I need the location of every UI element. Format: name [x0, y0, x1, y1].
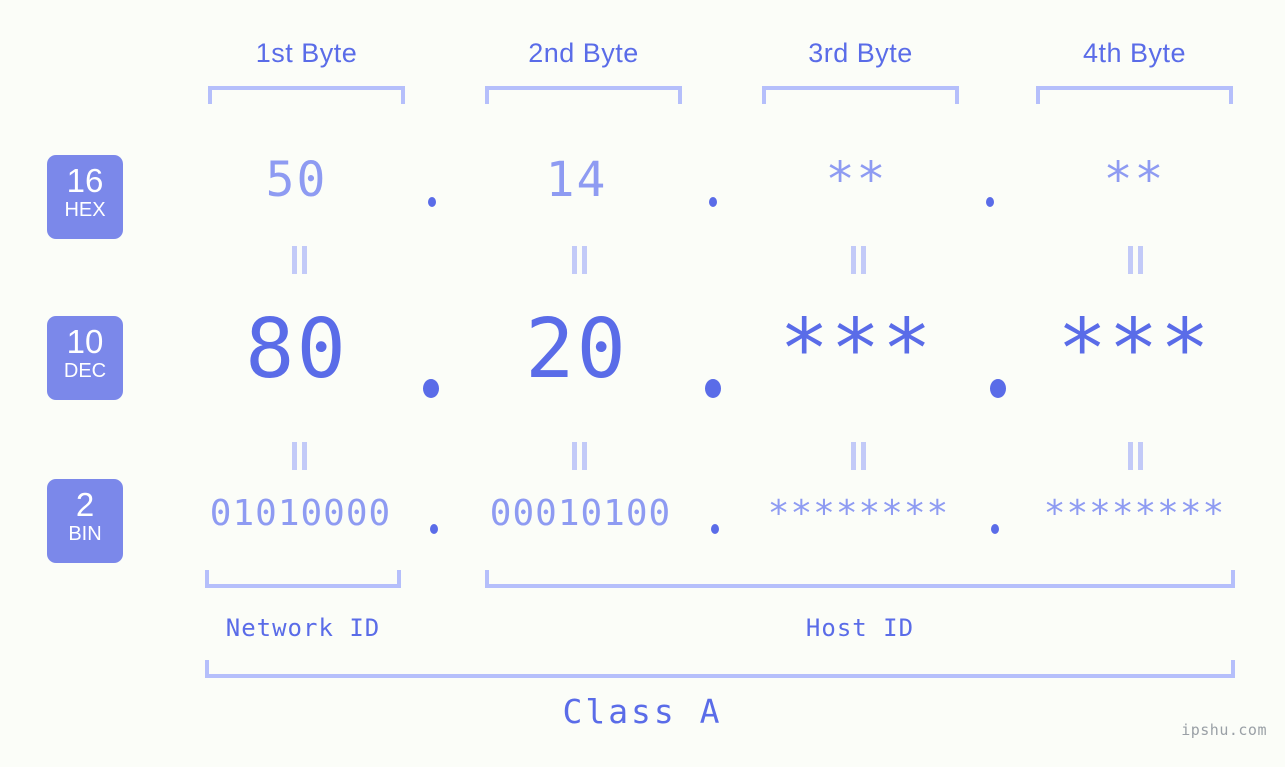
ip-byte-diagram: 1st Byte 2nd Byte 3rd Byte 4th Byte 16 H… — [0, 0, 1285, 767]
base-badge-bin-number: 2 — [75, 486, 95, 523]
dec-dot-3 — [990, 379, 1006, 398]
hex-dot-1 — [428, 197, 436, 207]
equals-icon-hex-dec-4 — [1127, 246, 1145, 274]
equals-icon-dec-bin-2 — [571, 442, 589, 470]
host-id-bracket — [485, 570, 1235, 588]
equals-icon-hex-dec-1 — [291, 246, 309, 274]
hex-byte-4-value: ** — [1103, 152, 1166, 208]
byte-header-4: 4th Byte — [1082, 38, 1187, 68]
dec-dot-2 — [705, 379, 721, 398]
byte-bracket-1 — [208, 86, 405, 104]
bin-dot-1 — [430, 524, 438, 534]
equals-icon-hex-dec-3 — [850, 246, 868, 274]
equals-icon-dec-bin-3 — [850, 442, 868, 470]
class-bracket — [205, 660, 1235, 678]
byte-header-2: 2nd Byte — [528, 38, 639, 68]
bin-byte-1-value: 01010000 — [209, 493, 392, 534]
watermark: ipshu.com — [1181, 721, 1267, 739]
base-badge-bin: 2 BIN — [47, 479, 123, 563]
hex-byte-2-value: 14 — [545, 152, 608, 208]
hex-byte-1-value: 50 — [265, 152, 328, 208]
hex-byte-3-value: ** — [825, 152, 888, 208]
base-badge-bin-label: BIN — [68, 523, 102, 545]
dec-byte-3-value: *** — [779, 302, 934, 397]
host-id-label: Host ID — [805, 614, 915, 642]
dec-byte-4-value: *** — [1057, 302, 1212, 397]
network-id-bracket — [205, 570, 401, 588]
dec-byte-1-value: 80 — [245, 302, 348, 397]
byte-bracket-3 — [762, 86, 959, 104]
base-badge-hex: 16 HEX — [47, 155, 123, 239]
base-badge-dec: 10 DEC — [47, 316, 123, 400]
base-badge-dec-number: 10 — [66, 323, 104, 360]
bin-dot-2 — [711, 524, 719, 534]
base-badge-hex-label: HEX — [64, 199, 106, 221]
equals-icon-dec-bin-1 — [291, 442, 309, 470]
hex-dot-2 — [709, 197, 717, 207]
byte-header-3: 3rd Byte — [808, 38, 913, 68]
base-badge-dec-label: DEC — [63, 360, 107, 382]
equals-icon-hex-dec-2 — [571, 246, 589, 274]
bin-byte-4-value: ******** — [1043, 493, 1226, 534]
dec-dot-1 — [423, 379, 439, 398]
base-badge-hex-number: 16 — [66, 162, 104, 199]
byte-bracket-4 — [1036, 86, 1233, 104]
equals-icon-dec-bin-4 — [1127, 442, 1145, 470]
dec-byte-2-value: 20 — [525, 302, 628, 397]
bin-dot-3 — [991, 524, 999, 534]
bin-byte-2-value: 00010100 — [489, 493, 672, 534]
byte-bracket-2 — [485, 86, 682, 104]
bin-byte-3-value: ******** — [767, 493, 950, 534]
class-label: Class A — [562, 692, 723, 731]
byte-header-1: 1st Byte — [255, 38, 358, 68]
hex-dot-3 — [986, 197, 994, 207]
network-id-label: Network ID — [225, 614, 381, 642]
